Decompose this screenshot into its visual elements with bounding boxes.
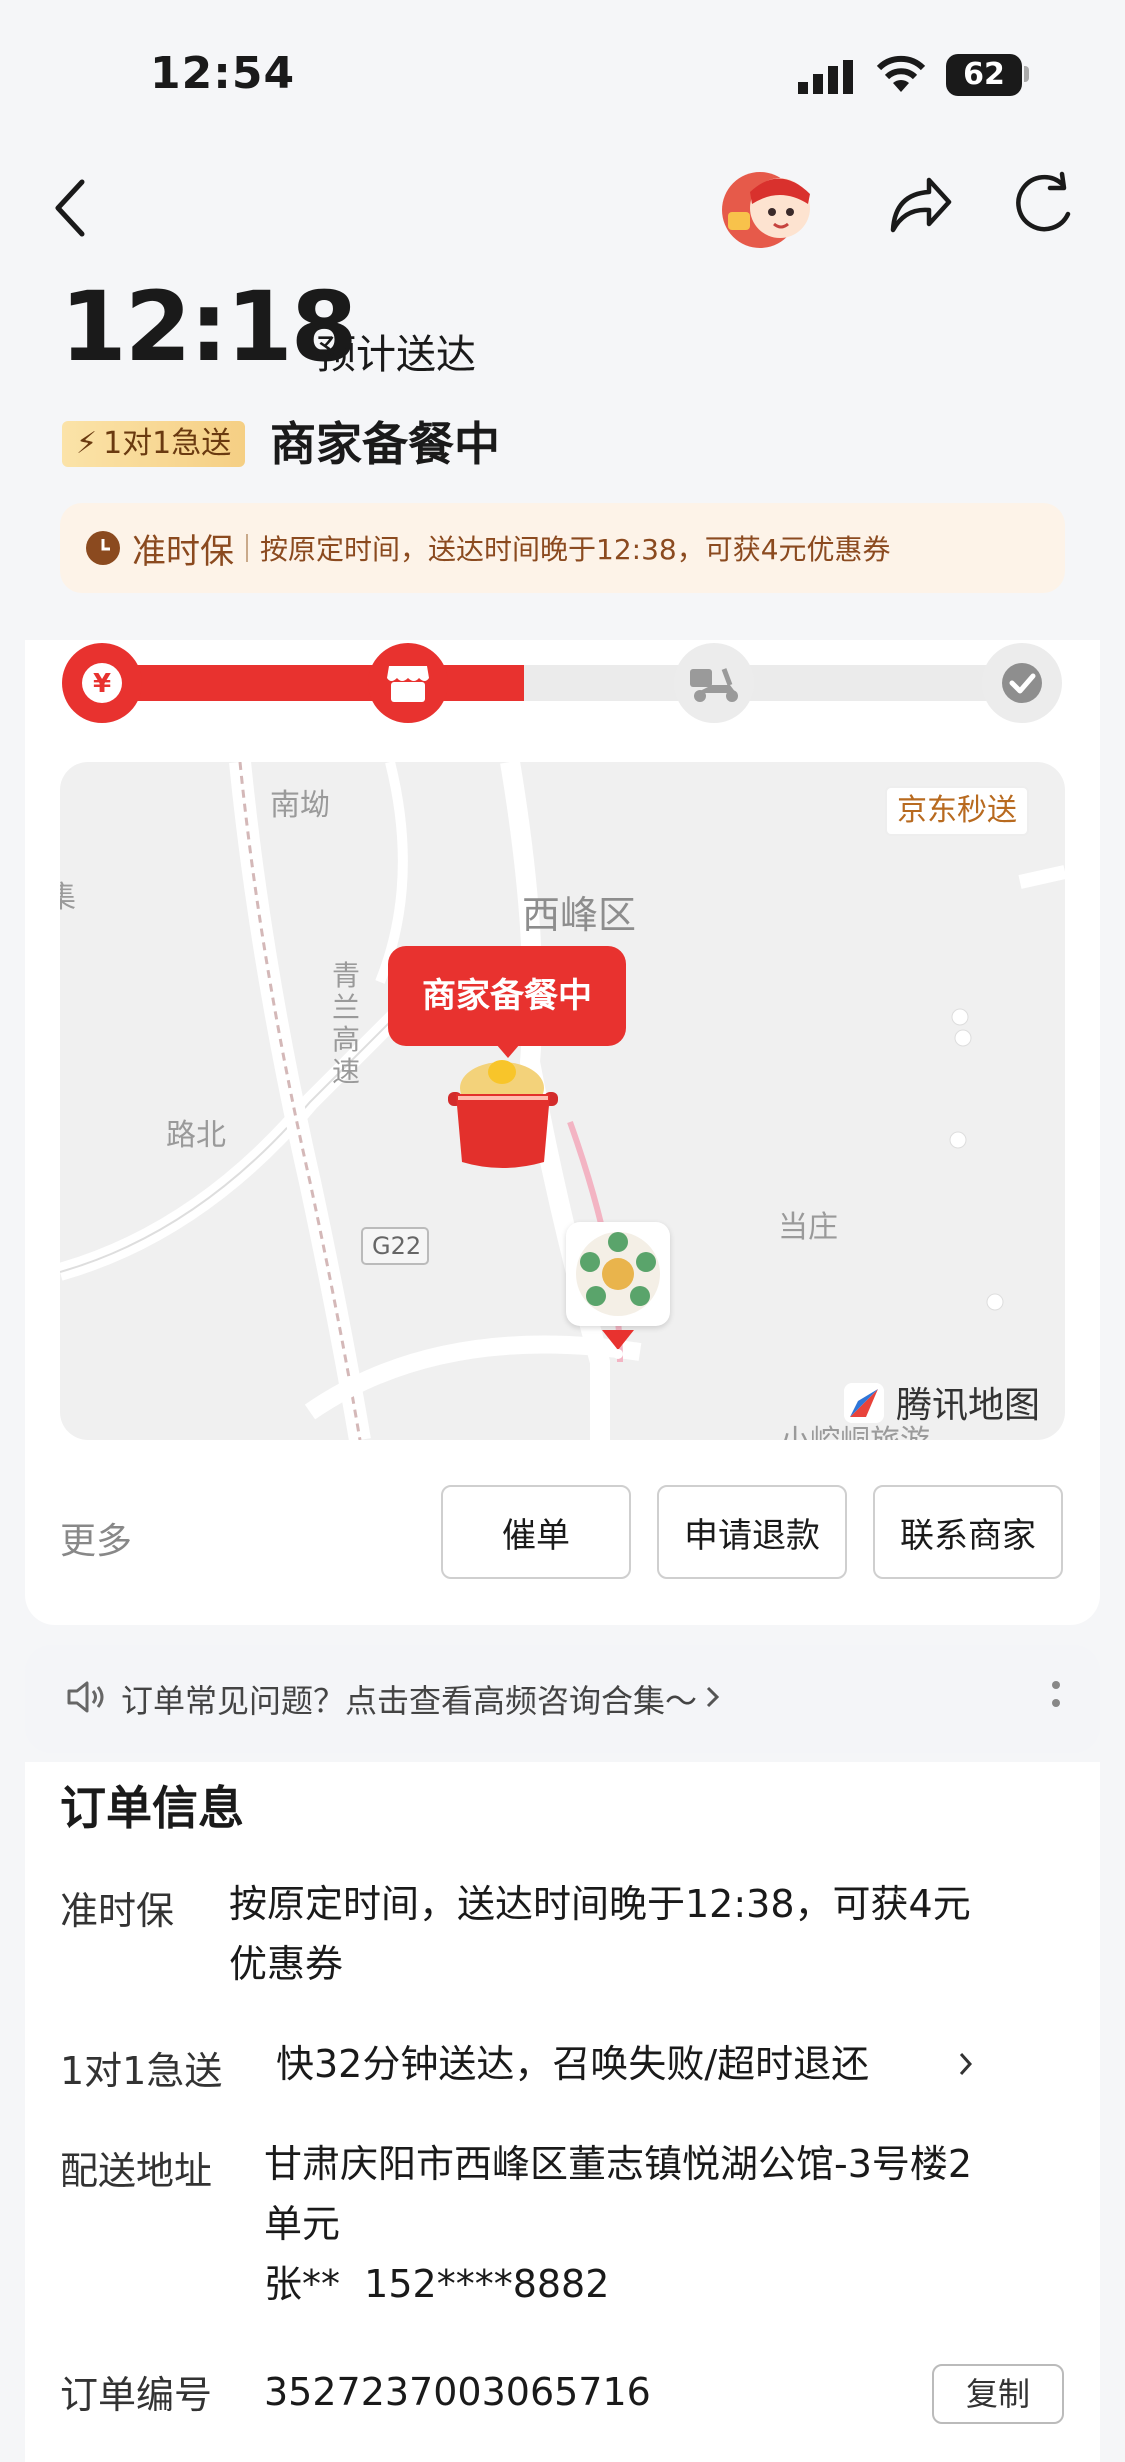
map-label-dangzhuang: 当庄 [778, 1210, 838, 1245]
map-label-lubei: 路北 [166, 1118, 226, 1153]
more-options-icon[interactable] [1051, 1677, 1061, 1721]
yen-icon: ¥ [82, 663, 122, 703]
order-number-label: 订单编号 [60, 2373, 213, 2417]
map-label-nanao: 南坳 [270, 788, 330, 823]
ontime-value-line2: 优惠券 [229, 1942, 344, 1986]
faq-banner[interactable]: 订单常见问题？点击查看高频咨询合集～ [25, 1645, 1100, 1753]
merchant-logo[interactable] [566, 1222, 670, 1326]
eta-time: 12:18 [60, 271, 358, 383]
request-refund-button[interactable]: 申请退款 [657, 1485, 847, 1579]
express-badge[interactable]: ⚡ 1对1急送 [62, 421, 246, 467]
chevron-right-icon [956, 2050, 976, 2084]
step-preparing [368, 643, 448, 723]
refresh-button[interactable] [1012, 170, 1082, 244]
check-icon [1002, 663, 1042, 703]
location-pin-icon [598, 1324, 638, 1368]
map-attribution: 腾讯地图 [840, 1376, 1040, 1428]
assistant-avatar[interactable] [720, 168, 824, 254]
map-label-xifeng: 西峰区 [522, 893, 637, 937]
map-label-highway: 青兰高速 [332, 959, 361, 1088]
urge-order-button[interactable]: 催单 [441, 1485, 631, 1579]
progress-fill [100, 665, 524, 701]
store-icon [387, 666, 429, 702]
map-label-road-code: G22 [372, 1232, 422, 1260]
address-label: 配送地址 [60, 2149, 213, 2193]
map-status-bubble: 商家备餐中 [388, 946, 626, 1046]
tencent-map-icon [844, 1383, 884, 1423]
lightning-icon: ⚡ [76, 426, 98, 461]
ontime-divider [246, 534, 248, 562]
map-label-edge: 集 [60, 880, 76, 915]
ontime-title: 准时保 [132, 531, 234, 572]
address-line1: 甘肃庆阳市西峰区董志镇悦湖公馆-3号楼2 [264, 2142, 973, 2186]
faq-text: 订单常见问题？点击查看高频咨询合集～ [121, 1682, 698, 1720]
ontime-banner[interactable]: 准时保 按原定时间，送达时间晚于12:38，可获4元优惠券 [60, 503, 1065, 593]
chevron-right-icon [703, 1682, 723, 1716]
address-line2: 单元 [264, 2202, 341, 2246]
bubble-pointer [496, 1044, 520, 1058]
ontime-value-line1: 按原定时间，送达时间晚于12:38，可获4元 [229, 1882, 971, 1926]
copy-order-number-button[interactable]: 复制 [932, 2364, 1064, 2424]
contact-merchant-button[interactable]: 联系商家 [873, 1485, 1063, 1579]
order-info-title: 订单信息 [60, 1781, 244, 1835]
speaker-icon [65, 1679, 107, 1719]
ontime-desc: 按原定时间，送达时间晚于12:38，可获4元优惠券 [260, 533, 891, 566]
order-status: 商家备餐中 [270, 417, 500, 471]
order-number: 3527237003065716 [264, 2370, 651, 2414]
more-actions[interactable]: 更多 [60, 1512, 132, 1564]
step-paid: ¥ [62, 643, 142, 723]
share-button[interactable] [885, 172, 955, 242]
order-info-section [25, 1762, 1100, 2462]
scooter-icon [690, 668, 738, 702]
map-provider-tag: 京东秒送 [885, 786, 1029, 836]
wifi-icon [875, 54, 927, 98]
step-delivered [982, 643, 1062, 723]
recipient-contact: 张** 152****8882 [264, 2262, 610, 2306]
express-badge-label: 1对1急送 [103, 426, 232, 461]
express-value: 快32分钟送达，召唤失败/超时退还 [276, 2042, 870, 2086]
svg-text:¥: ¥ [93, 669, 111, 699]
step-delivering [674, 643, 754, 723]
clock-icon [86, 531, 120, 565]
status-time: 12:54 [150, 48, 296, 99]
battery-indicator: 62 [946, 54, 1022, 96]
eta-label: 预计送达 [316, 332, 476, 378]
delivery-map[interactable]: 南坳 西峰区 路北 当庄 青兰高速 G22 集 小崆峒旅游 京东秒送 商家备餐中… [60, 762, 1065, 1440]
signal-icon [798, 60, 854, 98]
back-button[interactable] [44, 172, 94, 246]
cooking-pot-icon [440, 1058, 570, 1182]
map-attribution-label: 腾讯地图 [896, 1385, 1041, 1426]
express-row[interactable]: 1对1急送 快32分钟送达，召唤失败/超时退还 [0, 2034, 1125, 2094]
express-label: 1对1急送 [60, 2049, 223, 2093]
ontime-label: 准时保 [60, 1889, 175, 1933]
battery-tip [1024, 66, 1029, 82]
